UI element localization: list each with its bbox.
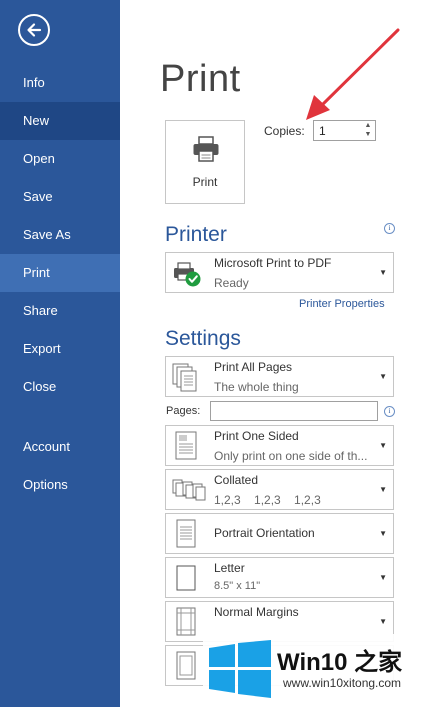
printer-properties-link[interactable]: Printer Properties (299, 298, 385, 310)
setting-primary-text: Normal Margins (214, 605, 299, 619)
chevron-down-icon: ▼ (379, 573, 387, 582)
back-button[interactable] (18, 14, 50, 46)
copies-spinner[interactable]: 1 ▲ ▼ (313, 120, 376, 141)
info-icon[interactable]: i (384, 406, 395, 417)
spin-up-icon[interactable]: ▲ (363, 122, 373, 130)
collation-dropdown[interactable]: Collated 1,2,3 1,2,3 1,2,3 ▼ (165, 469, 394, 510)
chevron-down-icon: ▼ (379, 485, 387, 494)
margins-page-icon (176, 607, 196, 636)
pages-label: Pages: (166, 405, 201, 417)
settings-heading: Settings (165, 327, 241, 350)
pages-input[interactable] (210, 401, 378, 421)
nav-item-save-as[interactable]: Save As (0, 216, 120, 254)
copies-value[interactable]: 1 (319, 124, 326, 138)
chevron-down-icon: ▼ (379, 372, 387, 381)
nav-item-info[interactable]: Info (0, 64, 120, 102)
printer-name: Microsoft Print to PDF (214, 256, 332, 270)
windows-logo-icon (209, 640, 271, 698)
page-per-sheet-icon (176, 651, 196, 680)
chevron-down-icon: ▼ (379, 617, 387, 626)
setting-primary-text: Print All Pages (214, 360, 293, 374)
setting-secondary-text: 8.5" x 11" (214, 580, 261, 592)
backstage-sidebar: Info New Open Save Save As Print Share E… (0, 0, 120, 707)
nav-item-account[interactable]: Account (0, 428, 120, 466)
printer-dropdown[interactable]: Microsoft Print to PDF Ready ▼ (165, 252, 394, 293)
setting-primary-text: Portrait Orientation (214, 526, 315, 540)
nav-item-save[interactable]: Save (0, 178, 120, 216)
spin-down-icon[interactable]: ▼ (363, 131, 373, 139)
setting-secondary-text: The whole thing (214, 380, 299, 394)
one-sided-page-icon (175, 431, 197, 460)
annotation-arrow (306, 28, 400, 120)
letter-page-icon (176, 565, 196, 591)
printer-status: Ready (214, 276, 249, 290)
setting-primary-text: Letter (214, 561, 245, 575)
print-button-label: Print (192, 175, 218, 189)
page-title: Print (160, 58, 241, 100)
copies-label: Copies: (264, 124, 305, 138)
nav-item-export[interactable]: Export (0, 330, 120, 368)
printer-heading: Printer (165, 223, 227, 246)
printer-icon (193, 136, 219, 162)
chevron-down-icon: ▼ (379, 529, 387, 538)
printer-ready-icon (174, 262, 201, 287)
setting-secondary-text: 1,2,3 1,2,3 1,2,3 (214, 493, 321, 507)
nav-item-options[interactable]: Options (0, 466, 120, 504)
paper-size-dropdown[interactable]: Letter 8.5" x 11" ▼ (165, 557, 394, 598)
print-button[interactable]: Print (165, 120, 245, 204)
nav-item-print[interactable]: Print (0, 254, 120, 292)
portrait-page-icon (176, 519, 196, 548)
setting-primary-text: Print One Sided (214, 429, 299, 443)
setting-primary-text: Collated (214, 473, 259, 487)
all-pages-icon (172, 363, 197, 392)
watermark: Win10 之家 www.win10xitong.com (203, 634, 437, 707)
print-range-dropdown[interactable]: Print All Pages The whole thing ▼ (165, 356, 394, 397)
watermark-title: Win10 之家 (277, 649, 403, 676)
sides-dropdown[interactable]: Print One Sided Only print on one side o… (165, 425, 394, 466)
chevron-down-icon: ▼ (379, 268, 387, 277)
nav-item-close[interactable]: Close (0, 368, 120, 406)
info-icon[interactable]: i (384, 223, 395, 234)
collated-pages-icon (172, 479, 206, 501)
setting-secondary-text: Only print on one side of th... (214, 449, 368, 463)
nav-item-share[interactable]: Share (0, 292, 120, 330)
nav-item-new[interactable]: New (0, 102, 120, 140)
watermark-url: www.win10xitong.com (283, 676, 402, 690)
orientation-dropdown[interactable]: Portrait Orientation ▼ (165, 513, 394, 554)
chevron-down-icon: ▼ (379, 441, 387, 450)
back-arrow-icon (27, 23, 42, 37)
nav-item-open[interactable]: Open (0, 140, 120, 178)
